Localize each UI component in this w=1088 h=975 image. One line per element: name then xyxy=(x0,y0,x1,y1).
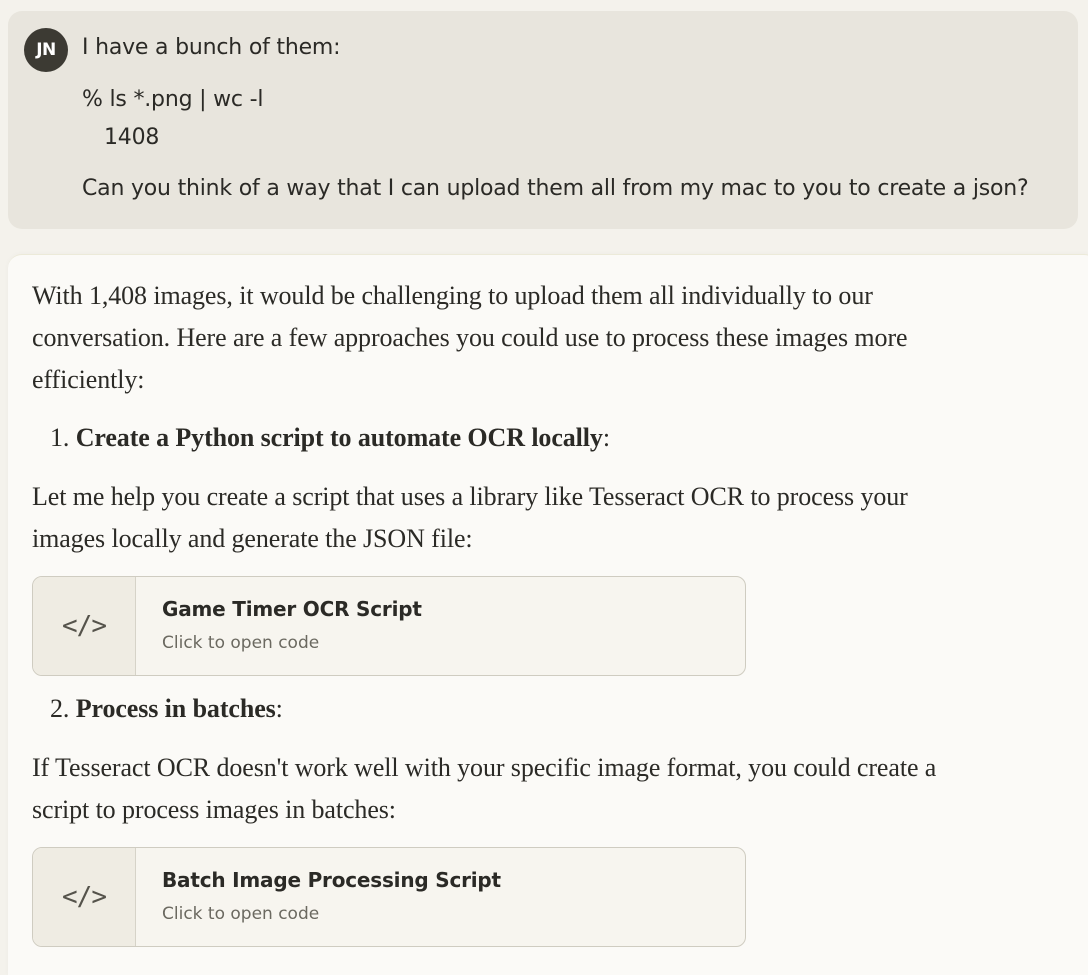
list-number: 2. xyxy=(50,694,70,723)
step2-text-line-1: If Tesseract OCR doesn't work well with … xyxy=(32,753,937,782)
user-message: JN I have a bunch of them: % ls *.png | … xyxy=(8,11,1078,229)
list-item-1: 1. Create a Python script to automate OC… xyxy=(50,423,610,453)
code-icon: </> xyxy=(33,577,136,675)
step2-text-line-2: script to process images in batches: xyxy=(32,795,396,824)
list-item-2: 2. Process in batches: xyxy=(50,694,283,724)
user-message-question: Can you think of a way that I can upload… xyxy=(82,176,1029,201)
user-code-output: 1408 xyxy=(104,125,160,150)
assistant-intro-line-1: With 1,408 images, it would be challengi… xyxy=(32,281,873,310)
step1-text-line-2: images locally and generate the JSON fil… xyxy=(32,524,473,553)
step1-text-line-1: Let me help you create a script that use… xyxy=(32,482,908,511)
user-code-line: % ls *.png | wc -l xyxy=(82,87,264,112)
list-item-suffix: : xyxy=(602,423,610,452)
list-item-suffix: : xyxy=(275,694,283,723)
artifact-card-game-timer-ocr[interactable]: </> Game Timer OCR Script Click to open … xyxy=(32,576,746,676)
artifact-subtitle: Click to open code xyxy=(162,633,320,653)
assistant-intro-line-2: conversation. Here are a few approaches … xyxy=(32,323,908,352)
user-message-text: I have a bunch of them: xyxy=(82,35,341,60)
list-item-title: Process in batches xyxy=(75,694,276,723)
code-icon: </> xyxy=(33,848,136,946)
list-item-title: Create a Python script to automate OCR l… xyxy=(75,423,603,452)
artifact-title: Game Timer OCR Script xyxy=(162,597,422,621)
avatar[interactable]: JN xyxy=(24,28,68,72)
assistant-intro-line-3: efficiently: xyxy=(32,365,145,394)
artifact-subtitle: Click to open code xyxy=(162,904,320,924)
artifact-card-batch-image-processing[interactable]: </> Batch Image Processing Script Click … xyxy=(32,847,746,947)
list-number: 1. xyxy=(50,423,70,452)
assistant-message: With 1,408 images, it would be challengi… xyxy=(8,254,1088,975)
artifact-title: Batch Image Processing Script xyxy=(162,868,501,892)
